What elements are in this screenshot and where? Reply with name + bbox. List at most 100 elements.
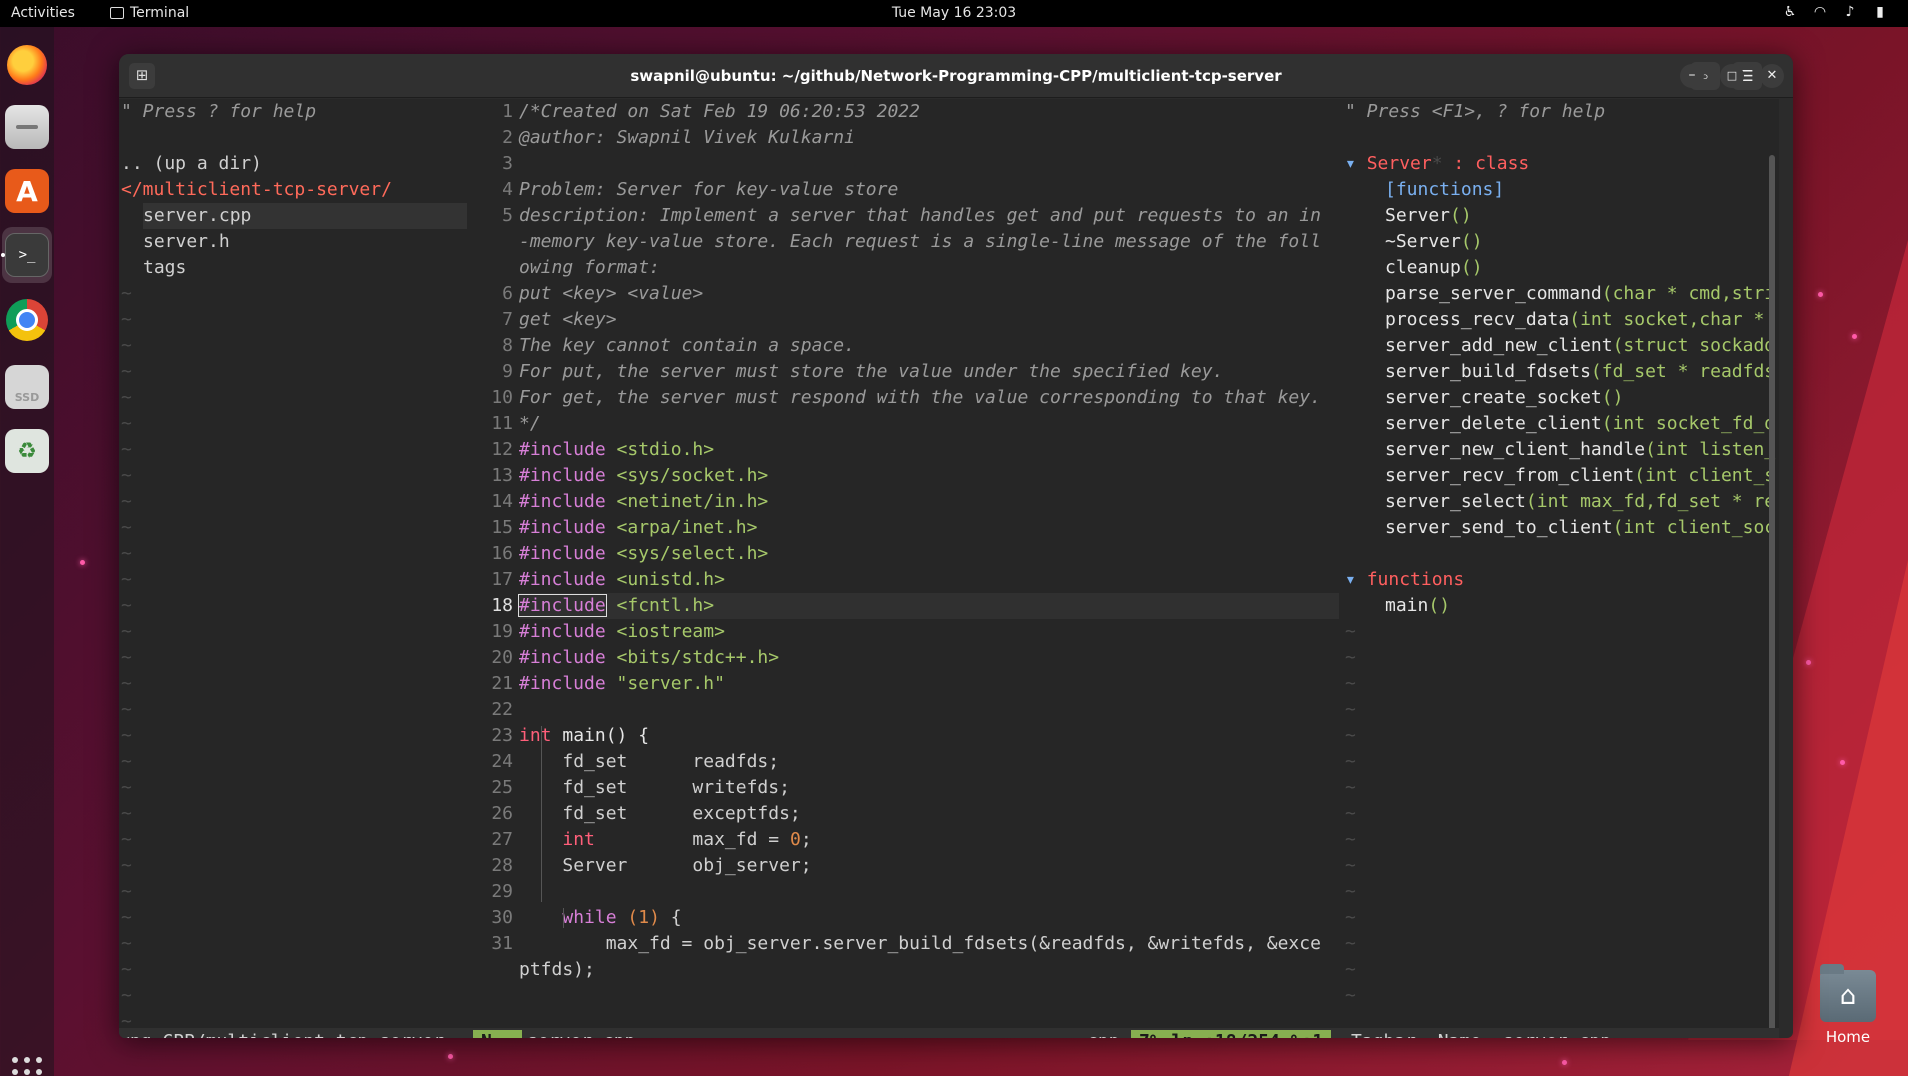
text-span: ~ xyxy=(121,881,132,902)
code-line: fd_set writefds; xyxy=(519,775,790,801)
line-number: 26 xyxy=(491,803,513,824)
accessibility-icon[interactable]: ♿ xyxy=(1782,4,1798,20)
line-number xyxy=(469,229,513,255)
firefox-icon[interactable] xyxy=(7,45,47,85)
empty-line-marker: ~ xyxy=(121,619,132,645)
code-pane[interactable]: 1 /*Created on Sat Feb 19 06:20:53 2022 2 @… xyxy=(469,99,1339,1028)
tagbar-method-item[interactable]: ~Server() xyxy=(1385,229,1483,255)
vim-editor[interactable]: " Press ? for help .. (up a dir) </multicl… xyxy=(119,99,1779,1038)
nerdtree-file-item[interactable]: tags xyxy=(143,255,186,281)
minimize-button[interactable]: – xyxy=(1680,64,1704,88)
include-path: <sys/select.h> xyxy=(616,543,769,564)
nerdtree-pane[interactable]: " Press ? for help .. (up a dir) </multicl… xyxy=(119,99,467,1028)
trash-icon[interactable]: ♻ xyxy=(5,429,49,473)
minimize-icon: – xyxy=(1688,67,1696,83)
line-number: 7 xyxy=(502,309,513,330)
tagbar-method-item[interactable]: server_recv_from_client(int client_s xyxy=(1385,463,1775,489)
empty-line-marker: ~ xyxy=(121,801,132,827)
tagbar-method-item[interactable]: server_delete_client(int socket_fd_d xyxy=(1385,411,1775,437)
function-name: main xyxy=(1385,595,1429,616)
tagbar-method-item[interactable]: process_recv_data(int socket,char * xyxy=(1385,307,1764,333)
tagbar-method-item[interactable]: Server() xyxy=(1385,203,1472,229)
app-store-icon[interactable]: A xyxy=(5,169,49,213)
maximize-button[interactable]: □ xyxy=(1720,64,1744,88)
code-line: For get, the server must respond with th… xyxy=(519,385,1321,411)
method-name: server_select xyxy=(1385,491,1526,512)
close-button[interactable]: ✕ xyxy=(1760,64,1784,88)
line-number: 31 xyxy=(491,933,513,954)
tagbar-functions-header[interactable]: ▾ functions xyxy=(1345,567,1464,593)
line-number: 25 xyxy=(491,777,513,798)
battery-icon[interactable]: ▮ xyxy=(1872,4,1888,20)
tagbar-method-item[interactable]: cleanup() xyxy=(1385,255,1483,281)
tagbar-method-item[interactable]: server_send_to_client(int client_soc xyxy=(1385,515,1775,541)
mode-indicator: N.. xyxy=(473,1030,522,1038)
clock[interactable]: Tue May 16 23:03 xyxy=(892,5,1016,21)
app-menu[interactable]: Terminal xyxy=(110,5,189,21)
text-span xyxy=(606,569,617,590)
files-icon[interactable] xyxy=(5,105,49,149)
tagbar-function-item[interactable]: main() xyxy=(1385,593,1450,619)
tagbar-method-item[interactable]: server_add_new_client(struct sockadd xyxy=(1385,333,1775,359)
type-keyword: int xyxy=(519,725,552,746)
empty-line-marker: ~ xyxy=(121,853,132,879)
code-line: #include <stdio.h> xyxy=(519,437,714,463)
tagbar-status: Tagbar Name server.cpp xyxy=(1351,1028,1611,1038)
code-line: The key cannot contain a space. xyxy=(519,333,855,359)
tagbar-group-functions: [functions] xyxy=(1385,177,1504,203)
tagbar-method-item[interactable]: parse_server_command(char * cmd,stri xyxy=(1385,281,1775,307)
line-number: 4 xyxy=(502,179,513,200)
new-tab-button[interactable]: ⊞ xyxy=(129,63,155,89)
tagbar-method-item[interactable]: server_new_client_handle(int listen_ xyxy=(1385,437,1775,463)
include-path: <sys/socket.h> xyxy=(616,465,769,486)
code-text: -memory key-value store. Each request is… xyxy=(519,231,1321,252)
tagbar-method-item[interactable]: server_create_socket() xyxy=(1385,385,1623,411)
code-line: #include <sys/socket.h> xyxy=(519,463,768,489)
activities-button[interactable]: Activities xyxy=(11,5,75,21)
text-span xyxy=(617,907,628,928)
top-bar: Activities Terminal Tue May 16 23:03 ♿ ◠… xyxy=(0,0,1908,27)
nerdtree-root: </multiclient-tcp-server/ xyxy=(121,177,392,203)
wallpaper-star xyxy=(1818,292,1823,297)
chrome-icon[interactable] xyxy=(6,299,48,341)
show-apps-icon[interactable] xyxy=(12,1057,42,1076)
method-args: () xyxy=(1460,257,1483,278)
wifi-icon[interactable]: ◠ xyxy=(1812,4,1828,20)
group-label: [functions] xyxy=(1385,179,1505,200)
nerdtree-file-item[interactable]: server.h xyxy=(143,229,230,255)
title-bar[interactable]: ⊞ swapnil@ubuntu: ~/github/Network-Progr… xyxy=(119,54,1793,98)
method-name: server_build_fdsets xyxy=(1385,361,1591,382)
function-args: () xyxy=(1428,595,1451,616)
text-span: ~ xyxy=(121,309,132,330)
empty-line-marker: ~ xyxy=(1345,723,1356,749)
terminal-dock-icon[interactable]: >_ xyxy=(5,233,49,277)
text-span: ~ xyxy=(1345,829,1356,850)
method-args: (int socket,char * xyxy=(1569,309,1765,330)
line-number: 16 xyxy=(491,543,513,564)
volume-icon[interactable]: ♪ xyxy=(1842,4,1858,20)
terminal-window: ⊞ swapnil@ubuntu: ~/github/Network-Progr… xyxy=(119,54,1793,1038)
code-line: get <key> xyxy=(519,307,617,333)
ssd-drive-icon[interactable]: SSD xyxy=(5,365,49,409)
system-tray[interactable]: ♿ ◠ ♪ ▮ xyxy=(1782,4,1888,20)
code-text: @author: Swapnil Vivek Kulkarni xyxy=(519,127,855,148)
text-span: ~ xyxy=(121,699,132,720)
line-number: 19 xyxy=(491,621,513,642)
tagbar-method-item[interactable]: server_build_fdsets(fd_set * readfds xyxy=(1385,359,1775,385)
tagbar-pane[interactable]: " Press <F1>, ? for help ▾ Server* : clas… xyxy=(1341,99,1779,1028)
scrollbar[interactable] xyxy=(1769,155,1775,1038)
number-literal: (1) xyxy=(627,907,660,928)
code-line: int main() { xyxy=(519,723,649,749)
code-line: fd_set exceptfds; xyxy=(519,801,800,827)
line-number: 3 xyxy=(502,153,513,174)
tagbar-class-header[interactable]: ▾ Server* : class xyxy=(1345,151,1529,177)
line-number: 17 xyxy=(491,569,513,590)
home-folder[interactable]: ⌂ Home xyxy=(1812,964,1884,1046)
empty-line-marker: ~ xyxy=(121,749,132,775)
empty-line-marker: ~ xyxy=(121,437,132,463)
method-name: ~Server xyxy=(1385,231,1461,252)
tagbar-method-item[interactable]: server_select(int max_fd,fd_set * re xyxy=(1385,489,1775,515)
nerdtree-file-item[interactable]: server.cpp xyxy=(143,203,467,229)
text-span: ~ xyxy=(121,959,132,980)
text-span: ~ xyxy=(121,439,132,460)
